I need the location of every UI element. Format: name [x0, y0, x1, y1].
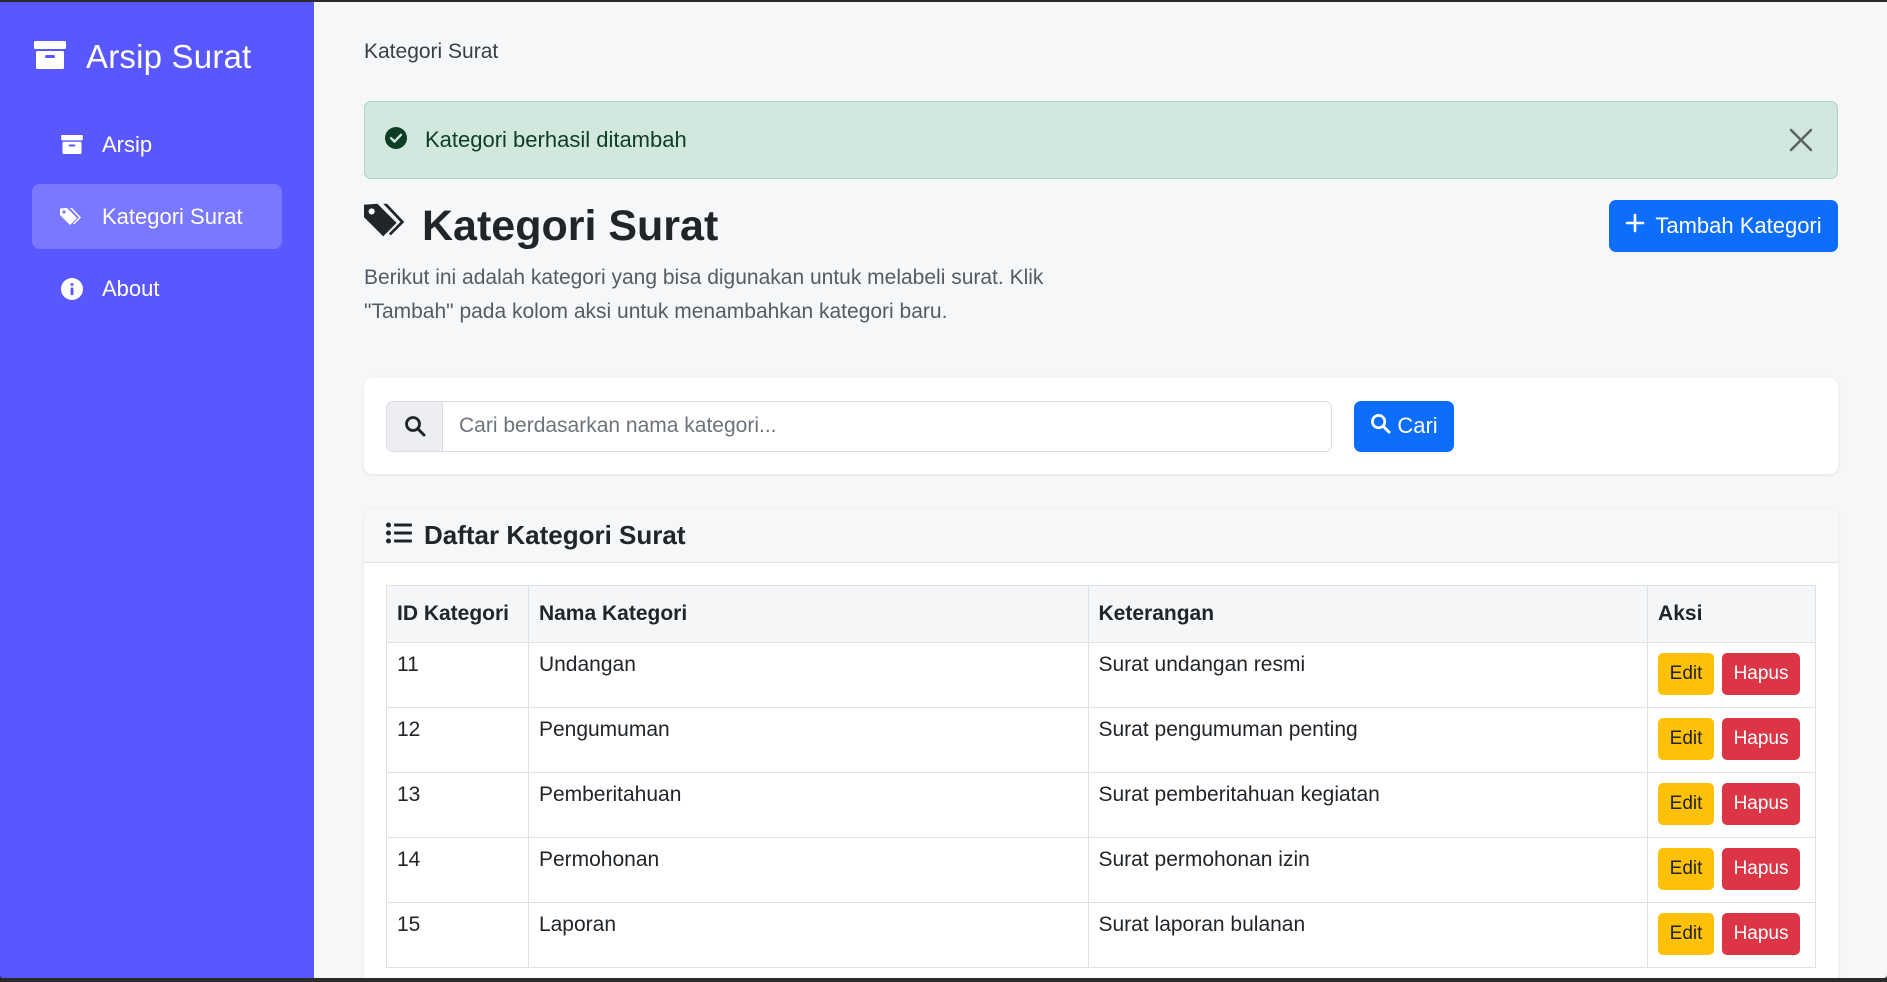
close-icon[interactable] — [1785, 124, 1817, 156]
table-row: 15 Laporan Surat laporan bulanan Edit Hap… — [386, 902, 1816, 968]
sidebar-item-kategori-surat[interactable]: Kategori Surat — [32, 184, 282, 249]
delete-button[interactable]: Hapus — [1722, 848, 1801, 890]
search-group — [386, 400, 1332, 452]
tags-icon — [364, 201, 410, 252]
add-category-label: Tambah Kategori — [1655, 213, 1822, 238]
edit-button[interactable]: Edit — [1658, 848, 1715, 890]
sidebar-item-arsip[interactable]: Arsip — [32, 112, 282, 177]
cell-id: 11 — [386, 642, 529, 708]
cell-id: 15 — [386, 902, 529, 968]
brand-title: Arsip Surat — [86, 38, 252, 75]
page-title: Kategori Surat — [364, 201, 718, 252]
success-alert: Kategori berhasil ditambah — [364, 101, 1838, 179]
column-header-actions: Aksi — [1647, 585, 1816, 643]
alert-message: Kategori berhasil ditambah — [425, 127, 687, 152]
search-icon — [387, 401, 443, 451]
sidebar: Arsip Surat Arsip Kategori Surat About — [0, 2, 314, 978]
table-header-row: ID Kategori Nama Kategori Keterangan Aks… — [386, 585, 1816, 643]
cell-id: 12 — [386, 707, 529, 773]
sidebar-nav: Arsip Kategori Surat About — [32, 112, 282, 321]
cell-description: Surat undangan resmi — [1087, 642, 1649, 708]
cell-description: Surat pengumuman penting — [1087, 707, 1649, 773]
cell-name: Undangan — [527, 642, 1089, 708]
list-icon — [386, 520, 412, 551]
breadcrumb: Kategori Surat — [364, 40, 499, 63]
table-row: 14 Permohonan Surat permohonan izin Edit… — [386, 837, 1816, 903]
column-header-description: Keterangan — [1087, 585, 1649, 643]
tags-icon — [60, 205, 84, 229]
plus-icon — [1625, 213, 1645, 239]
column-header-name: Nama Kategori — [527, 585, 1089, 643]
table-row: 11 Undangan Surat undangan resmi Edit Hap… — [386, 642, 1816, 708]
delete-button[interactable]: Hapus — [1722, 718, 1801, 760]
cell-description: Surat laporan bulanan — [1087, 902, 1649, 968]
cell-actions: Edit Hapus — [1647, 902, 1816, 968]
category-list-card: Daftar Kategori Surat ID Kategori Nama K… — [364, 509, 1838, 978]
cell-actions: Edit Hapus — [1647, 837, 1816, 903]
search-input[interactable] — [443, 401, 1331, 451]
column-header-id: ID Kategori — [386, 585, 529, 643]
edit-button[interactable]: Edit — [1658, 653, 1715, 695]
sidebar-item-about[interactable]: About — [32, 256, 282, 321]
check-circle-icon — [385, 126, 407, 154]
edit-button[interactable]: Edit — [1658, 913, 1715, 955]
search-button[interactable]: Cari — [1354, 400, 1454, 452]
edit-button[interactable]: Edit — [1658, 718, 1715, 760]
table-wrapper: ID Kategori Nama Kategori Keterangan Aks… — [364, 563, 1838, 968]
page-description: Berikut ini adalah kategori yang bisa di… — [364, 266, 1044, 323]
archive-icon — [34, 40, 66, 74]
edit-button[interactable]: Edit — [1658, 783, 1715, 825]
delete-button[interactable]: Hapus — [1722, 783, 1801, 825]
cell-actions: Edit Hapus — [1647, 707, 1816, 773]
cell-id: 14 — [386, 837, 529, 903]
info-icon — [60, 277, 84, 301]
cell-actions: Edit Hapus — [1647, 642, 1816, 708]
page-title-text: Kategori Surat — [422, 202, 719, 250]
sidebar-item-label: Kategori Surat — [102, 203, 243, 229]
sidebar-item-label: About — [102, 275, 160, 301]
app-window: Arsip Surat Arsip Kategori Surat About K… — [0, 2, 1887, 978]
cell-name: Pemberitahuan — [527, 772, 1089, 838]
category-table: ID Kategori Nama Kategori Keterangan Aks… — [386, 585, 1816, 968]
cell-description: Surat permohonan izin — [1087, 837, 1649, 903]
cell-name: Laporan — [527, 902, 1089, 968]
search-icon — [1370, 413, 1391, 440]
delete-button[interactable]: Hapus — [1722, 653, 1801, 695]
cell-name: Permohonan — [527, 837, 1089, 903]
cell-name: Pengumuman — [527, 707, 1089, 773]
search-button-label: Cari — [1397, 413, 1438, 438]
cell-actions: Edit Hapus — [1647, 772, 1816, 838]
cell-description: Surat pemberitahuan kegiatan — [1087, 772, 1649, 838]
brand[interactable]: Arsip Surat — [32, 2, 282, 112]
sidebar-item-label: Arsip — [102, 131, 153, 157]
add-category-button[interactable]: Tambah Kategori — [1609, 200, 1838, 252]
table-row: 12 Pengumuman Surat pengumuman penting E… — [386, 707, 1816, 773]
cell-id: 13 — [386, 772, 529, 838]
page-header: Kategori Surat Berikut ini adalah katego… — [364, 179, 1838, 339]
list-title: Daftar Kategori Surat — [424, 520, 686, 550]
main-content: Kategori Surat Kategori berhasil ditamba… — [314, 2, 1887, 978]
table-row: 13 Pemberitahuan Surat pemberitahuan keg… — [386, 772, 1816, 838]
archive-icon — [60, 133, 84, 157]
list-header: Daftar Kategori Surat — [364, 509, 1838, 563]
delete-button[interactable]: Hapus — [1722, 913, 1801, 955]
search-card: Cari — [364, 378, 1838, 474]
